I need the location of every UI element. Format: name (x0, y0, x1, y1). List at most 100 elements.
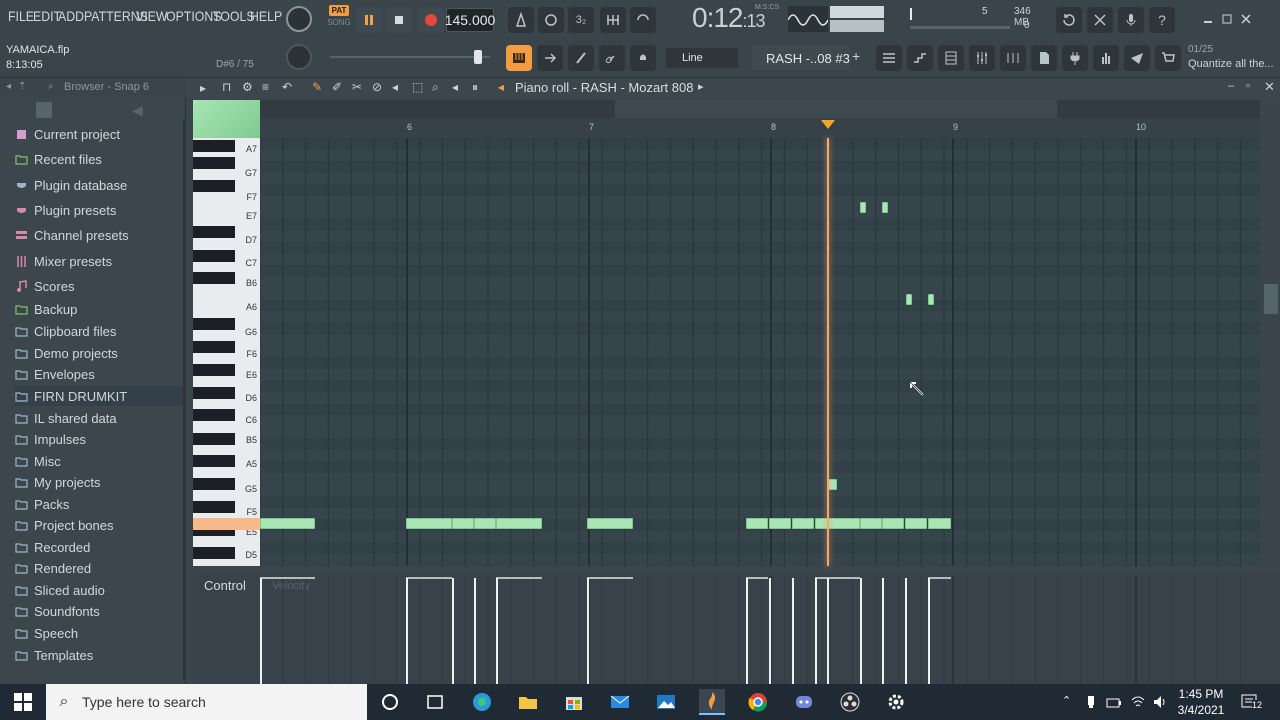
velocity-bar[interactable] (769, 578, 771, 684)
black-key[interactable] (193, 478, 235, 490)
usb-icon[interactable] (1084, 694, 1098, 710)
link-button[interactable] (599, 45, 625, 71)
pattern-scroll-track[interactable] (330, 56, 490, 58)
velocity-bar[interactable] (746, 578, 748, 684)
channel-settings-button[interactable] (1000, 45, 1026, 71)
black-key[interactable] (193, 409, 235, 421)
note[interactable] (882, 202, 888, 213)
browser-item-sliced-audio[interactable]: Sliced audio (14, 580, 105, 600)
browser-item-current-project[interactable]: Current project (14, 124, 120, 144)
pattern-scroll-thumb[interactable] (474, 50, 482, 64)
browser-item-speech[interactable]: Speech (14, 623, 78, 643)
undo-icon[interactable]: ↶ (282, 80, 292, 94)
fl-mobile-button[interactable] (1124, 45, 1150, 71)
velocity-bar[interactable] (882, 578, 884, 684)
black-key[interactable] (193, 455, 235, 467)
playhead-marker[interactable] (821, 120, 835, 129)
browser-item-firn-drumkit[interactable]: FIRN DRUMKIT (14, 386, 184, 406)
playlist-view-button[interactable] (537, 45, 563, 71)
note[interactable] (928, 294, 934, 305)
zoom-icon[interactable]: ⌕ (432, 80, 439, 95)
black-key[interactable] (193, 226, 235, 238)
search-icon[interactable]: ⌕ (48, 81, 54, 92)
piano-roll-corner[interactable] (193, 100, 260, 138)
velocity-bar[interactable] (260, 578, 262, 684)
browser-item-project-bones[interactable]: Project bones (14, 515, 114, 535)
vertical-scroll-thumb[interactable] (1264, 284, 1278, 314)
menu-file[interactable]: FILE (8, 8, 34, 24)
wait-for-input-button[interactable] (538, 7, 564, 33)
browser-scrollbar[interactable] (183, 120, 186, 680)
vertical-scrollbar[interactable] (1262, 118, 1280, 566)
stamp-button[interactable] (630, 45, 656, 71)
browser-item-recorded[interactable]: Recorded (14, 537, 90, 557)
pr-minimize-icon[interactable]: – (1228, 80, 1234, 92)
browser-item-misc[interactable]: Misc (14, 451, 61, 471)
touch-controller-button[interactable] (1093, 45, 1119, 71)
note[interactable] (905, 518, 927, 529)
master-pitch-slider[interactable] (830, 6, 884, 18)
note[interactable] (882, 518, 904, 529)
black-key[interactable] (193, 272, 235, 284)
mail-app[interactable] (607, 689, 633, 715)
note[interactable] (815, 518, 860, 529)
chrome-app[interactable] (745, 689, 771, 715)
blend-recording-button[interactable] (600, 7, 626, 33)
pause-tool-icon[interactable]: ⏸ (472, 80, 478, 95)
record-button[interactable] (418, 7, 444, 33)
chevron-up-icon[interactable]: ⌃ (1062, 694, 1076, 708)
wifi-icon[interactable] (1130, 694, 1146, 710)
edge-app[interactable] (469, 689, 495, 715)
battery-icon[interactable] (1106, 696, 1122, 708)
piano-keyboard[interactable]: A7 G7 F7 E7 D7 C7 B6 A6 G6 F6 E6 D6 C6 B5 A5 G5 F5 E5 D5 (193, 138, 260, 566)
photos-app[interactable] (653, 689, 679, 715)
store-app[interactable] (561, 689, 587, 715)
black-key[interactable] (193, 547, 235, 559)
pr-close-icon[interactable]: ✕ (1264, 79, 1275, 95)
pat-song-toggle[interactable]: PAT SONG (324, 5, 354, 33)
select-icon[interactable]: ⬚ (412, 80, 423, 94)
black-key[interactable] (193, 180, 235, 192)
velocity-bar[interactable] (827, 578, 829, 684)
paint-icon[interactable]: ✐ (332, 80, 342, 94)
black-key[interactable] (193, 318, 235, 330)
paint-tool-button[interactable] (568, 45, 594, 71)
note[interactable] (260, 518, 315, 529)
pr-menu-arrow-icon[interactable]: ▸ (200, 81, 206, 95)
black-key[interactable] (193, 250, 235, 262)
note[interactable] (452, 518, 474, 529)
browser-item-recent-files[interactable]: Recent files (14, 149, 102, 169)
countdown-button[interactable]: 3₂ (568, 7, 594, 33)
cut-tool-button[interactable] (1087, 7, 1113, 33)
channel-rack-button[interactable] (938, 45, 964, 71)
fl-studio-app[interactable] (699, 689, 725, 715)
snap-selector[interactable]: Line (666, 48, 738, 68)
slice-icon[interactable]: ◂ (392, 80, 398, 94)
piano-roll-view-button[interactable] (506, 45, 532, 71)
browser-item-scores[interactable]: Scores (14, 276, 74, 296)
timeline-ruler[interactable]: 6 7 8 9 10 (260, 118, 1260, 138)
hint-text[interactable]: Quantize all the... (1188, 58, 1274, 70)
song-time-display[interactable]: 0:12:13 (692, 2, 766, 34)
velocity-bar[interactable] (928, 578, 930, 684)
browser-item-demo-projects[interactable]: Demo projects (14, 343, 118, 363)
control-label[interactable]: Control (204, 578, 246, 593)
mute-icon[interactable]: ⊘ (372, 80, 382, 94)
pencil-icon[interactable]: ✎ (312, 80, 322, 94)
arrow-up-icon[interactable]: ⇡ (18, 81, 26, 92)
black-key[interactable] (193, 157, 235, 169)
project-browser-button[interactable] (1031, 45, 1057, 71)
playback-icon[interactable]: ◂ (452, 80, 458, 94)
velocity-bar[interactable] (587, 578, 589, 684)
pause-button[interactable] (356, 7, 382, 33)
settings-app[interactable] (883, 689, 909, 715)
online-button[interactable] (1056, 7, 1082, 33)
black-key[interactable] (193, 433, 235, 445)
obs-app[interactable] (837, 689, 863, 715)
pr-maximize-icon[interactable]: ▫ (1246, 80, 1250, 92)
browser-item-soundfonts[interactable]: Soundfonts (14, 601, 100, 621)
browser-item-clipboard-files[interactable]: Clipboard files (14, 321, 116, 341)
menu-view[interactable]: VIEW (136, 8, 167, 24)
note[interactable] (769, 518, 791, 529)
arrow-left-icon[interactable]: ◂ (6, 81, 11, 92)
